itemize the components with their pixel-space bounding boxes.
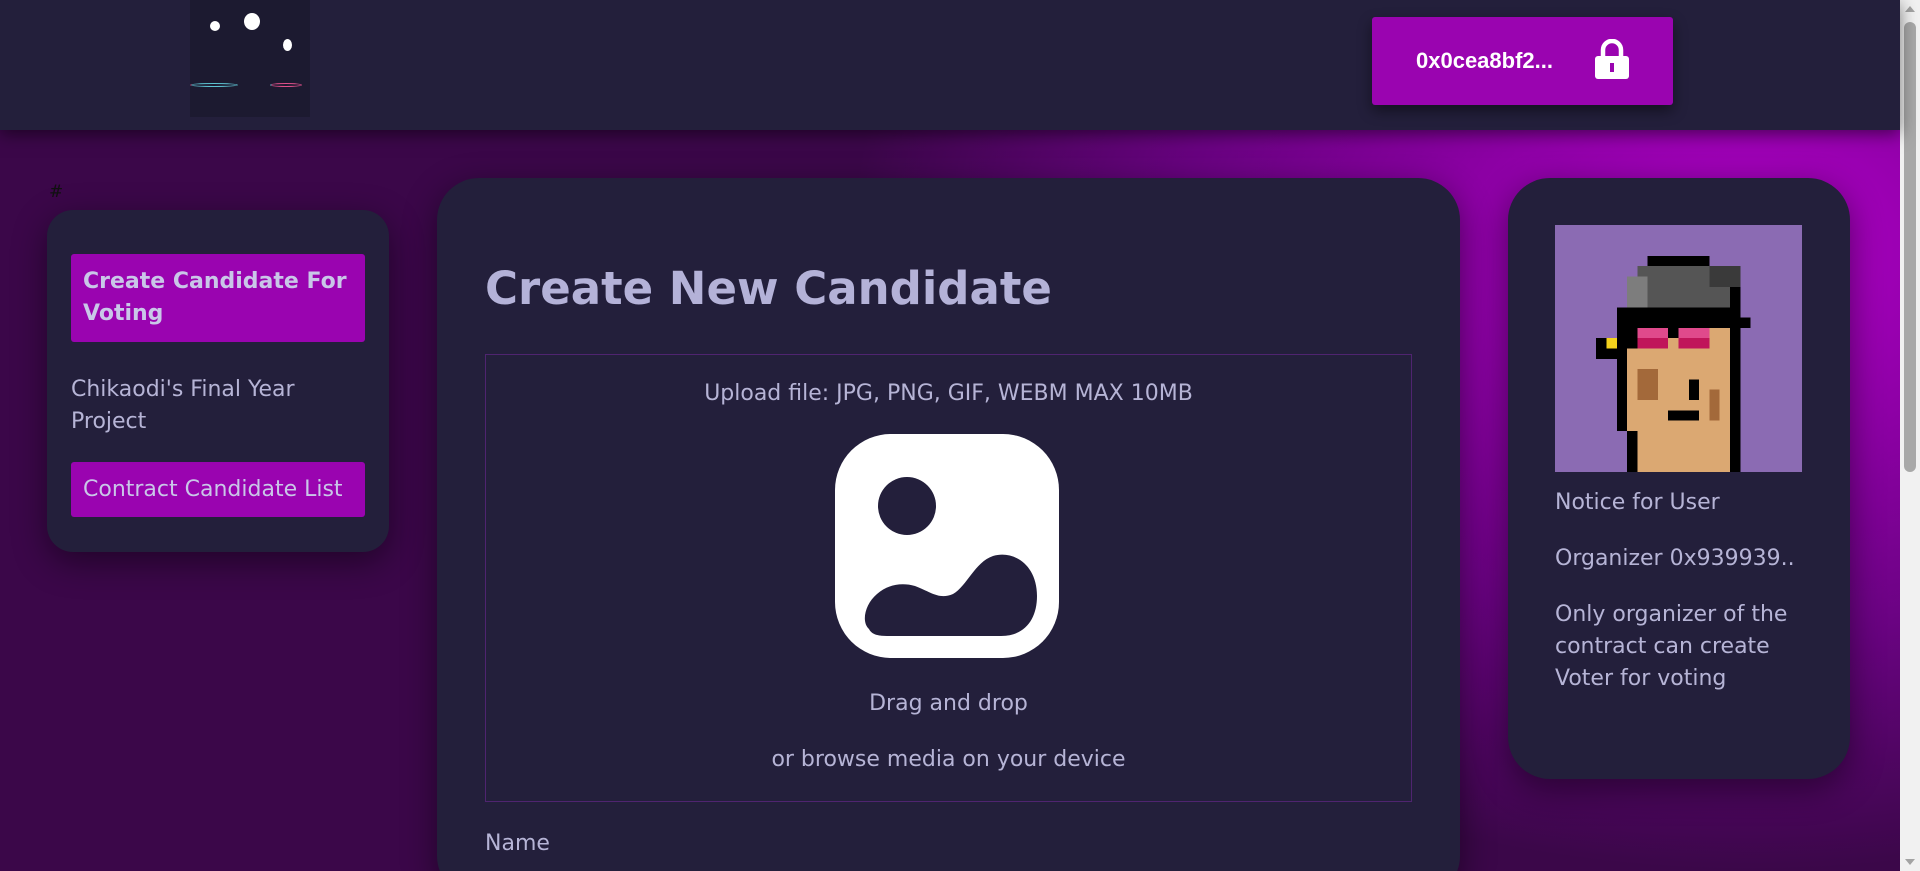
notice-heading: Notice for User: [1555, 490, 1720, 515]
pixel-punk-avatar: [1555, 225, 1802, 472]
upload-hint: Upload file: JPG, PNG, GIF, WEBM MAX 10M…: [704, 381, 1193, 406]
hash-text: #: [49, 182, 64, 202]
sidebar-card: Create Candidate For Voting Chikaodi's F…: [47, 210, 389, 552]
logo-dot: [210, 21, 220, 31]
logo-ring: [270, 83, 302, 87]
page-scrollbar[interactable]: [1900, 0, 1920, 871]
wallet-address: 0x0cea8bf2...: [1416, 48, 1553, 73]
scroll-down-icon[interactable]: [1905, 859, 1915, 865]
page-title: Create New Candidate: [485, 262, 1052, 315]
drag-and-drop-text[interactable]: Drag and drop: [486, 691, 1411, 716]
create-candidate-card: Create New Candidate Upload file: JPG, P…: [437, 178, 1460, 871]
notice-card: Notice for User Organizer 0x939939.. Onl…: [1508, 178, 1850, 779]
upload-dropzone[interactable]: Upload file: JPG, PNG, GIF, WEBM MAX 10M…: [485, 354, 1412, 802]
bubbles-logo[interactable]: [190, 0, 310, 117]
candidate-list-button[interactable]: Contract Candidate List: [71, 462, 365, 517]
lock-icon: [1594, 38, 1629, 83]
wallet-button[interactable]: 0x0cea8bf2...: [1372, 17, 1673, 105]
image-icon: [835, 434, 1059, 658]
scrollbar-thumb[interactable]: [1904, 22, 1916, 472]
browse-media-link[interactable]: or browse media on your device: [486, 747, 1411, 772]
organizer-address: Organizer 0x939939..: [1555, 546, 1795, 571]
scroll-up-icon[interactable]: [1905, 6, 1915, 12]
create-candidate-button[interactable]: Create Candidate For Voting: [71, 254, 365, 342]
project-name: Chikaodi's Final Year Project: [71, 377, 295, 434]
notice-message: Only organizer of the contract can creat…: [1555, 602, 1788, 691]
logo-dot: [244, 13, 260, 30]
logo-dot: [283, 39, 292, 51]
top-navbar: 0x0cea8bf2...: [0, 0, 1900, 130]
name-label: Name: [485, 831, 550, 856]
logo-ring: [190, 83, 238, 87]
